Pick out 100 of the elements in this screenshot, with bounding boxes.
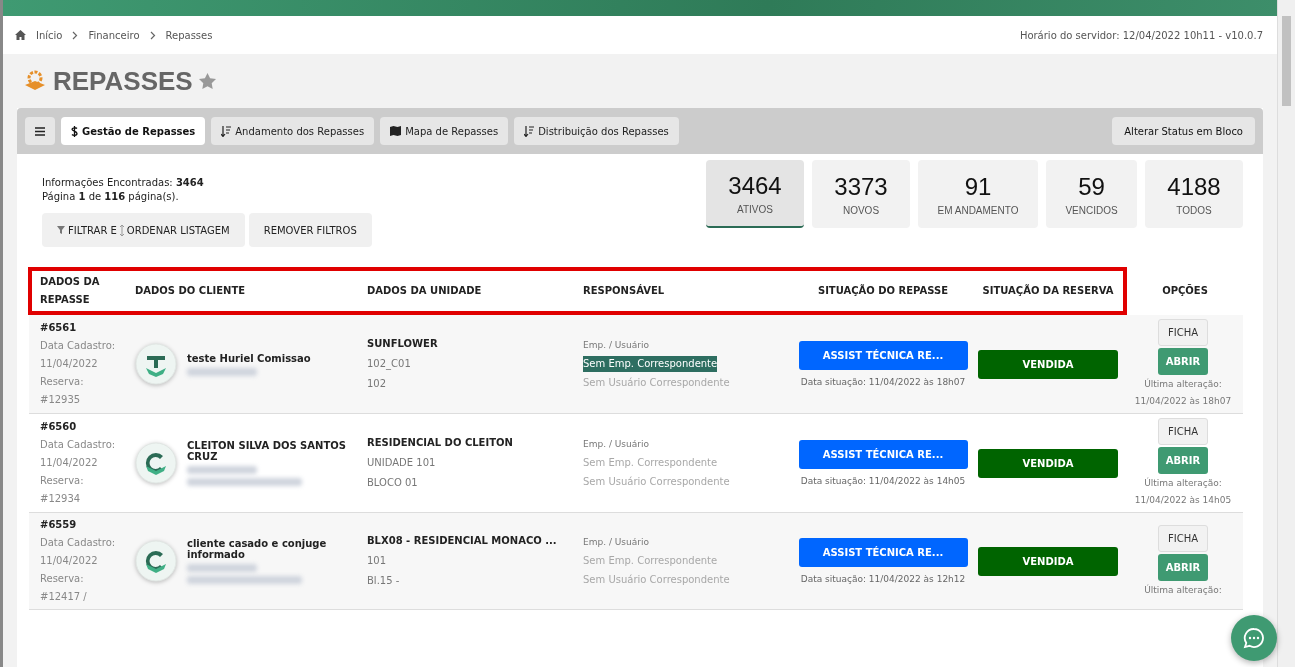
chevron-icon [149,30,156,40]
company-text: Sem Emp. Correspondente [583,554,718,568]
status-date: Data situação: 11/04/2022 às 12h12 [800,574,966,584]
last-change-label: Última alteração: [1144,476,1222,490]
menu-button[interactable] [25,117,55,145]
reservation-status-button[interactable]: VENDIDA [978,448,1118,478]
user-text: Sem Usuário Correspondente [583,573,731,587]
filter-button[interactable]: FILTRAR E ORDENAR LISTAGEM [42,213,245,247]
page-logo-icon [23,69,47,93]
filter-icon [57,226,65,234]
last-change-date: 11/04/2022 às 14h05 [1134,494,1232,507]
bulk-status-button[interactable]: Alterar Status em Bloco [1112,117,1255,145]
client-avatar [135,442,177,484]
tab[interactable]: Andamento dos Repasses [211,117,375,145]
column-header: DADOS DA REPASSE [40,275,101,307]
chevron-icon [72,30,79,40]
date-value: 11/04/2022 [40,456,99,470]
tab[interactable]: Gestão de Repasses [61,117,206,145]
ficha-button[interactable]: FICHA [1157,418,1208,445]
date-value: 11/04/2022 [40,357,99,371]
tab[interactable]: Distribuição dos Repasses [514,117,679,145]
client-name: cliente casado e conjuge informado [187,538,328,560]
reservation-label: Reserva: [40,375,85,389]
dollar-icon [71,125,78,137]
stat-tile[interactable]: 91 EM ANDAMENTO [918,160,1038,228]
column-header: SITUAÇÃO DO REPASSE [816,283,950,298]
menu-icon [35,126,45,136]
unit-name: BLX08 - RESIDENCIAL MONACO ... [367,534,558,548]
responsible-label: Emp. / Usuário [583,339,650,352]
last-change-label: Última alteração: [1144,583,1222,597]
redacted-text [187,466,257,474]
user-text: Sem Usuário Correspondente [583,475,731,489]
client-name: teste Huriel Comissao [187,352,311,364]
ficha-button[interactable]: FICHA [1157,524,1208,552]
date-label: Data Cadastro: [40,536,117,550]
user-text: Sem Usuário Correspondente [583,376,731,390]
row-id: #6561 [40,321,78,335]
redacted-text [187,367,257,376]
map-icon [390,126,402,136]
column-header: RESPONSÁVEL [583,283,666,298]
date-label: Data Cadastro: [40,339,117,353]
status-date: Data situação: 11/04/2022 às 18h07 [800,377,966,387]
reservation-label: Reserva: [40,572,85,586]
unit-detail: 102_C01 [367,357,412,372]
date-label: Data Cadastro: [40,438,117,452]
status-button[interactable]: ASSIST TÉCNICA RE... [798,341,968,370]
redacted-text [187,564,257,572]
star-icon[interactable] [198,73,216,89]
last-change-date: 11/04/2022 às 18h07 [1134,395,1232,408]
client-avatar [135,343,177,385]
unit-name: SUNFLOWER [367,337,439,351]
reservation-label: Reserva: [40,474,85,488]
reservation-value: #12934 [40,492,82,506]
stat-tile[interactable]: 4188 TODOS [1145,160,1243,228]
column-header: SITUAÇÃO DA RESERVA [981,283,1115,298]
unit-name: RESIDENCIAL DO CLEITON [367,436,514,450]
chat-icon [1243,627,1265,649]
column-header: DADOS DA UNIDADE [367,284,483,298]
home-icon [15,30,26,40]
company-text: Sem Emp. Correspondente [583,456,718,470]
responsible-label: Emp. / Usuário [583,536,650,549]
last-change-label: Última alteração: [1144,377,1222,391]
status-date: Data situação: 11/04/2022 às 14h05 [800,476,966,486]
reservation-value: #12417 / [40,590,88,604]
unit-detail: BLOCO 01 [367,476,419,490]
breadcrumb-link[interactable]: Repasses [165,29,213,41]
column-header: OPÇÕES [1161,283,1209,298]
tab[interactable]: Mapa de Repasses [380,117,509,145]
breadcrumb-link[interactable]: Financeiro [88,29,140,41]
column-header: DADOS DO CLIENTE [135,284,247,298]
date-value: 11/04/2022 [40,554,99,568]
reservation-status-button[interactable]: VENDIDA [978,349,1118,379]
page-title: REPASSES [53,65,193,97]
server-time: Horário do servidor: 12/04/2022 10h11 - v10.0.7 [1019,29,1263,41]
status-button[interactable]: ASSIST TÉCNICA RE... [798,538,968,567]
scrollbar[interactable] [1277,0,1295,667]
unit-detail: Bl.15 - [367,574,401,588]
responsible-label: Emp. / Usuário [583,438,650,451]
row-id: #6559 [40,518,78,532]
reservation-value: #12935 [40,393,82,407]
unit-detail: UNIDADE 101 [367,456,437,470]
stat-tile[interactable]: 59 VENCIDOS [1046,160,1137,228]
unit-detail: 101 [367,554,388,568]
info-text: Página 1 de 116 página(s). [42,190,180,204]
company-text: Sem Emp. Correspondente [583,356,718,372]
client-avatar [135,540,177,582]
breadcrumb-link[interactable]: Início [36,29,63,41]
stat-tile[interactable]: 3464 ATIVOS [706,160,804,228]
remove-filters-button[interactable]: REMOVER FILTROS [248,213,372,247]
stat-tile[interactable]: 3373 NOVOS [812,160,910,228]
info-text: Informações Encontradas: 3464 [42,176,205,190]
unit-detail: 102 [367,377,388,391]
sort-arrows-icon [119,224,124,236]
ficha-button[interactable]: FICHA [1157,319,1208,346]
reservation-status-button[interactable]: VENDIDA [978,546,1118,576]
client-name: CLEITON SILVA DOS SANTOS CRUZ [187,440,347,462]
row-id: #6560 [40,420,78,434]
sort-icon [221,125,232,137]
chat-button[interactable] [1231,615,1277,661]
status-button[interactable]: ASSIST TÉCNICA RE... [798,440,968,469]
